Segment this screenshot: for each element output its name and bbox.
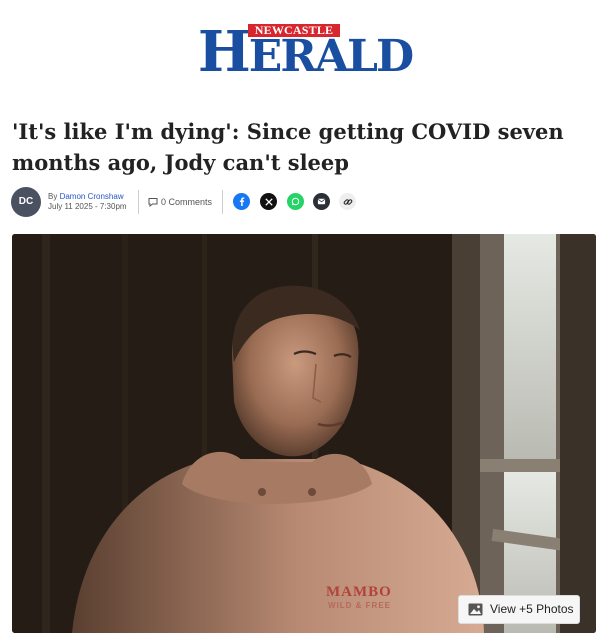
divider: [138, 190, 139, 214]
hero-photo[interactable]: MAMBO WILD & FREE: [12, 234, 596, 633]
masthead-logo[interactable]: HERALD NEWCASTLE: [0, 18, 609, 84]
view-photos-button[interactable]: View +5 Photos: [458, 595, 580, 624]
facebook-share-button[interactable]: [233, 193, 250, 210]
comment-icon: [148, 198, 158, 208]
view-photos-label: View +5 Photos: [490, 602, 574, 616]
hoodie-print: MAMBO: [326, 584, 392, 600]
image-gallery-icon: [468, 603, 483, 616]
author-avatar[interactable]: DC: [11, 187, 41, 217]
whatsapp-share-button[interactable]: [287, 193, 304, 210]
article-headline: 'It's like I'm dying': Since getting COV…: [12, 119, 564, 175]
divider: [222, 190, 223, 214]
whatsapp-icon: [291, 197, 300, 206]
link-icon: [343, 198, 352, 205]
byline-text: By Damon Cronshaw July 11 2025 - 7:30pm: [48, 192, 127, 212]
hoodie-print-sub: WILD & FREE: [328, 601, 391, 610]
x-share-button[interactable]: [260, 193, 277, 210]
publish-date: July 11 2025 - 7:30pm: [48, 202, 127, 211]
byline: DC By Damon Cronshaw July 11 2025 - 7:30…: [11, 185, 391, 217]
facebook-icon: [239, 197, 245, 206]
copy-link-button[interactable]: [339, 193, 356, 210]
x-icon: [264, 197, 273, 206]
comments-count: 0 Comments: [161, 197, 213, 207]
author-link[interactable]: Damon Cronshaw: [60, 192, 124, 201]
email-icon: [317, 198, 326, 205]
byline-prefix: By: [48, 192, 58, 201]
logo-newcastle: NEWCASTLE: [248, 24, 340, 37]
email-share-button[interactable]: [313, 193, 330, 210]
comments-link[interactable]: 0 Comments: [148, 196, 212, 208]
